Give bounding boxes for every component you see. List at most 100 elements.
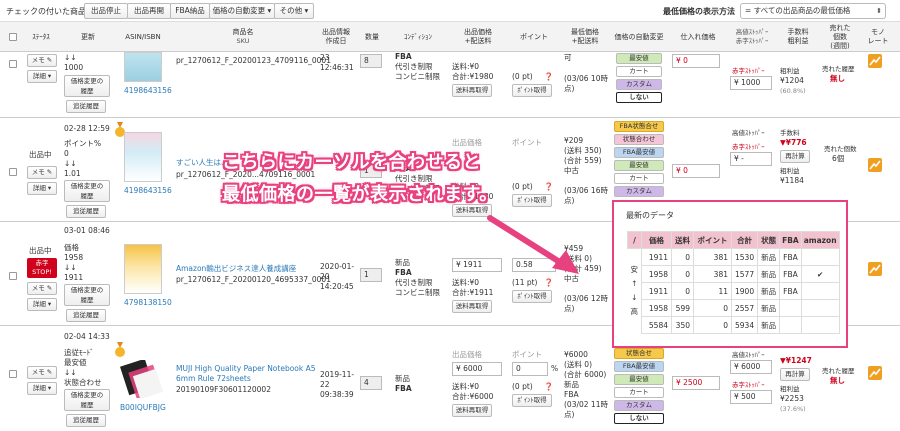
lowest-price-display-select[interactable]: = すべての出品商品の最低価格 ⬍ — [740, 3, 886, 19]
row-checkbox[interactable] — [9, 168, 17, 176]
get-point-button[interactable]: ﾎﾟｲﾝﾄ取得 — [512, 290, 552, 303]
detail-button[interactable]: 詳細 ▾ — [27, 298, 57, 311]
get-point-button[interactable]: ﾎﾟｲﾝﾄ取得 — [512, 194, 552, 207]
mode-lowest-chip[interactable]: 最安値 — [614, 374, 664, 385]
col-updated: 更新 — [81, 32, 95, 41]
price-input[interactable]: ¥ 1911 — [452, 258, 502, 272]
mode-cart-chip[interactable]: カート — [614, 387, 664, 398]
col-cost: 仕入れ価格 — [680, 32, 716, 41]
auto-price-change-button[interactable]: 価格の自動変更 ▾ — [209, 3, 275, 19]
recalculate-button[interactable]: 再計算 — [780, 368, 810, 381]
detail-button[interactable]: 詳細 ▾ — [27, 70, 57, 83]
memo-button[interactable]: メモ ✎ — [27, 366, 57, 379]
fba-ship-button[interactable]: FBA納品 — [170, 3, 210, 19]
col-fee: 手数料 粗利益 — [787, 28, 809, 45]
mono-rate-icon[interactable] — [868, 366, 882, 380]
mode-custom-chip[interactable]: カスタム — [616, 79, 662, 90]
get-point-button[interactable]: ﾎﾟｲﾝﾄ取得 — [512, 394, 552, 407]
loss-stop-badge: 赤字STOP! — [27, 258, 57, 278]
col-auto-change: 価格の自動変更 — [614, 32, 664, 41]
high-stopper-input[interactable]: ¥ 6000 — [730, 360, 772, 374]
row-checkbox[interactable] — [9, 60, 17, 68]
cost-input[interactable]: ¥ 2500 — [672, 376, 720, 390]
follow-history-button[interactable]: 追従履歴 — [66, 414, 106, 427]
sku-text: pr_1270612_F_20200120_4695337_0001 — [176, 275, 331, 284]
memo-button[interactable]: メモ ✎ — [27, 166, 57, 179]
help-icon[interactable]: ❓ — [544, 182, 553, 192]
col-product: 商品名 SKU — [232, 28, 254, 45]
select-all-checkbox[interactable] — [9, 33, 17, 41]
col-point: ポイント — [520, 32, 548, 41]
reload-shipping-button[interactable]: 送料再取得 — [452, 300, 492, 313]
follow-history-button[interactable]: 追従履歴 — [66, 309, 106, 322]
memo-button[interactable]: メモ ✎ — [27, 54, 57, 67]
price-history-button[interactable]: 価格変更の 履歴 — [64, 75, 110, 97]
stop-listing-button[interactable]: 出品停止 — [84, 3, 128, 19]
price-input[interactable]: ¥ 6000 — [452, 362, 502, 376]
quantity-input[interactable]: 1 — [360, 268, 382, 282]
recalculate-button[interactable]: 再計算 — [780, 150, 810, 163]
product-image[interactable] — [120, 358, 164, 400]
col-mono-rate: モノ レート — [867, 28, 889, 45]
get-point-button[interactable]: ﾎﾟｲﾝﾄ取得 — [512, 84, 552, 97]
point-input[interactable]: 0 — [512, 362, 548, 376]
price-history-button[interactable]: 価格変更の 履歴 — [64, 180, 110, 202]
annotation-callout-line2: 最低価格の一覧が表示されます。 — [222, 184, 498, 205]
row-checkbox[interactable] — [9, 370, 17, 378]
mode-cart-chip[interactable]: カート — [616, 66, 662, 77]
mode-none-chip[interactable]: しない — [616, 92, 662, 103]
memo-button[interactable]: メモ ✎ — [27, 282, 57, 295]
follow-history-button[interactable]: 追従履歴 — [66, 205, 106, 218]
resume-listing-button[interactable]: 出品再開 — [127, 3, 171, 19]
asin-link[interactable]: B00IQUFBJG — [120, 403, 166, 413]
mono-rate-icon[interactable] — [868, 262, 882, 276]
mode-lowest-chip[interactable]: 最安値 — [616, 53, 662, 64]
mode-fba-lowest-chip[interactable]: FBA最安値 — [614, 147, 664, 158]
product-image[interactable] — [124, 52, 162, 82]
help-icon[interactable]: ❓ — [544, 278, 553, 288]
mode-none-chip[interactable]: しない — [614, 413, 664, 424]
col-quantity: 数量 — [365, 32, 379, 41]
mode-fba-lowest-chip[interactable]: FBA最安値 — [614, 361, 664, 372]
help-icon[interactable]: ❓ — [544, 382, 553, 392]
product-title-link[interactable]: MUJI High Quality Paper Notebook A5 — [176, 364, 316, 374]
asin-link[interactable]: 4198643156 — [124, 186, 172, 196]
detail-button[interactable]: 詳細 ▾ — [27, 382, 57, 395]
price-history-button[interactable]: 価格変更の 履歴 — [64, 284, 110, 306]
mode-condition-chip[interactable]: 状態合わせ — [614, 134, 664, 145]
mode-condition-chip[interactable]: 状態合せ — [614, 348, 664, 359]
mode-fba-condition-chip[interactable]: FBA状態合せ — [614, 121, 664, 132]
reload-shipping-button[interactable]: 送料再取得 — [452, 404, 492, 417]
price-history-button[interactable]: 価格変更の 履歴 — [64, 389, 110, 411]
mode-lowest-chip[interactable]: 最安値 — [614, 160, 664, 171]
mode-custom-chip[interactable]: カスタム — [614, 186, 664, 197]
col-stopper: 高値ｽﾄｯﾊﾟｰ 赤字ｽﾄｯﾊﾟｰ — [735, 28, 769, 45]
other-button[interactable]: その他 ▾ — [274, 3, 314, 19]
mode-cart-chip[interactable]: カート — [614, 173, 664, 184]
product-image[interactable] — [124, 244, 162, 294]
row-checkbox[interactable] — [9, 272, 17, 280]
detail-button[interactable]: 詳細 ▾ — [27, 182, 57, 195]
cost-input[interactable]: ¥ 0 — [672, 164, 720, 178]
mono-rate-icon[interactable] — [868, 54, 882, 68]
point-input[interactable]: 0.58 — [512, 258, 556, 272]
cost-input[interactable]: ¥ 0 — [672, 54, 720, 68]
low-stopper-input[interactable]: ¥ - — [730, 152, 772, 166]
popup-row: 安 ↑ ↓ 高 1911 0 381 1530 新品 FBA — [627, 248, 840, 334]
toolbar: チェックの付いた商品を 出品停止 出品再開 FBA納品 価格の自動変更 ▾ その… — [0, 0, 900, 22]
help-icon[interactable]: ❓ — [544, 72, 553, 82]
product-image[interactable] — [124, 132, 162, 182]
asin-link[interactable]: 4798138150 — [124, 298, 172, 308]
mode-custom-chip[interactable]: カスタム — [614, 400, 664, 411]
reload-shipping-button[interactable]: 送料再取得 — [452, 84, 492, 97]
col-lowest: 最低価格 +配送料 — [571, 28, 599, 45]
low-stopper-input[interactable]: ¥ 1000 — [730, 76, 772, 90]
quantity-input[interactable]: 4 — [360, 376, 382, 390]
mono-rate-icon[interactable] — [868, 158, 882, 172]
low-stopper-input[interactable]: ¥ 500 — [730, 390, 772, 404]
product-title-link[interactable]: Amazon輸出ビジネス達人養成講座 — [176, 264, 296, 274]
quantity-input[interactable]: 8 — [360, 54, 382, 68]
col-price: 出品価格 +配送料 — [464, 28, 492, 45]
follow-history-button[interactable]: 追従履歴 — [66, 100, 106, 113]
asin-link[interactable]: 4198643156 — [124, 86, 172, 96]
